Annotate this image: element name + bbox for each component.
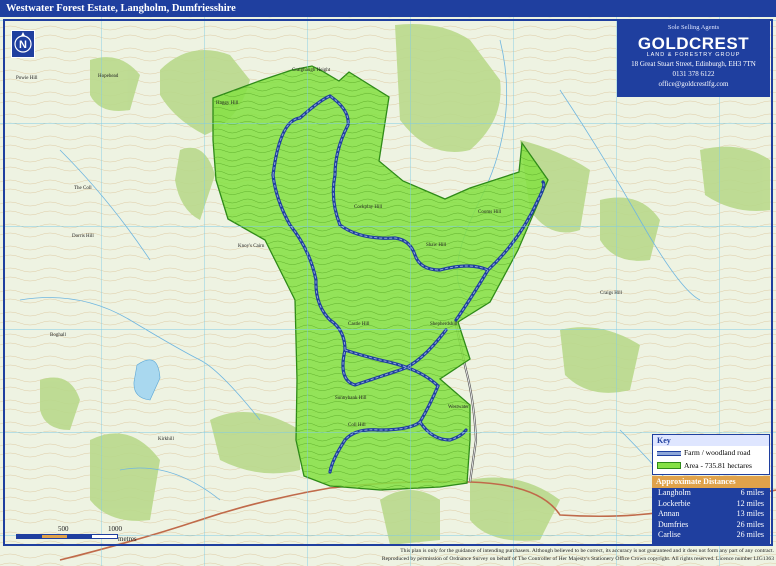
place-label: Kirkhill [158, 437, 174, 442]
place-label: Boghall [50, 333, 66, 338]
distance-row: Lockerbie 12 miles [652, 499, 770, 510]
place-label: Westwater [448, 405, 469, 410]
road-swatch-icon [657, 451, 681, 456]
scale-bar-graphic [16, 534, 118, 539]
distance-miles: 26 miles [736, 530, 764, 539]
place-label: Craighaugh Height [292, 68, 331, 73]
place-label: Castle Hill [348, 322, 370, 327]
place-label: Hopehead [98, 74, 119, 79]
distances-panel: Approximate Distances Langholm 6 miles Loc… [652, 476, 770, 544]
agent-logo: GOLDCREST [637, 34, 750, 53]
place-label: Shaw Hill [426, 243, 447, 248]
place-label: The Coll [74, 186, 92, 191]
place-label: Cockplay Hill [354, 205, 383, 210]
distance-place: Carlise [658, 530, 681, 539]
north-label: N [19, 39, 27, 51]
key-row-road: Farm / woodland road [653, 446, 769, 459]
distance-miles: 6 miles [740, 488, 764, 497]
place-label: Coll Hill [348, 423, 366, 428]
key-row-area: Area - 735.81 hectares [653, 459, 769, 472]
distance-place: Lockerbie [658, 498, 691, 508]
map-window: Craighaugh Height Haggy Hill Cockplay Hill… [0, 0, 776, 566]
place-label: Shepherdshill [430, 322, 458, 327]
area-swatch-icon [657, 462, 681, 469]
distance-row: Annan 13 miles [652, 509, 770, 520]
footer-notes: This plan is only for the guidance of in… [300, 547, 774, 563]
scale-bar: 500 1000 metres [16, 525, 137, 543]
key-road-label: Farm / woodland road [684, 448, 751, 457]
distances-heading: Approximate Distances [652, 476, 770, 488]
place-label: Powie Hill [16, 76, 38, 81]
place-label: Dorris Hill [72, 234, 94, 239]
agent-email[interactable]: office@goldcrestlfg.com [617, 79, 770, 89]
agent-logo-sub: LAND & FORESTRY GROUP [646, 52, 741, 58]
scale-unit-label: metres [118, 535, 137, 543]
key-area-label: Area - 735.81 hectares [684, 461, 752, 470]
place-label: Haggy Hill [216, 101, 239, 106]
north-arrow-icon: N [11, 30, 35, 58]
scale-end-label: 1000 [108, 525, 122, 533]
distance-place: Annan [658, 509, 680, 518]
distance-row: Carlise 26 miles [652, 530, 770, 541]
distances-list: Langholm 6 miles Lockerbie 12 miles Annan 13 … [652, 488, 770, 541]
distance-miles: 12 miles [736, 498, 764, 508]
agent-address: 18 Great Stuart Street, Edinburgh, EH3 7… [631, 60, 756, 68]
distance-row: Langholm 6 miles [652, 488, 770, 499]
distance-miles: 26 miles [736, 519, 764, 529]
distance-place: Dumfries [658, 519, 689, 529]
scale-mid-label: 500 [58, 525, 69, 533]
place-label: Knoy's Cairn [238, 244, 265, 249]
agent-phone[interactable]: 0131 378 6122 [617, 69, 770, 79]
footer-line-2: Reproduced by permission of Ordnance Sur… [381, 556, 774, 562]
distance-miles: 13 miles [736, 509, 764, 518]
key-heading: Key [653, 435, 769, 446]
map-key: Key Farm / woodland road Area - 735.81 h… [652, 434, 770, 475]
footer-line-1: This plan is only for the guidance of in… [400, 548, 774, 554]
place-label: Sunnybank Hill [335, 396, 367, 401]
place-label: Craigs Hill [600, 291, 623, 296]
distance-row: Dumfries 26 miles [652, 520, 770, 531]
agent-panel: Sole Selling Agents GOLDCREST LAND & FOR… [617, 21, 770, 97]
agent-tagline: Sole Selling Agents [667, 24, 720, 31]
place-label: Cooms Hill [478, 210, 502, 215]
page-title: Westwater Forest Estate, Langholm, Dumfr… [0, 0, 776, 17]
distance-place: Langholm [658, 488, 691, 497]
